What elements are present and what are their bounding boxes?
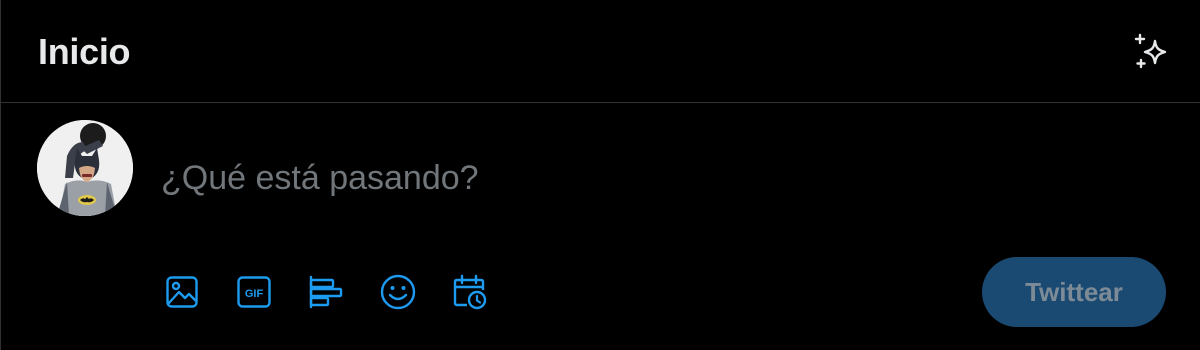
tweet-composer: GIF <box>1 104 1200 350</box>
emoji-icon <box>380 274 416 310</box>
gif-icon-label: GIF <box>245 288 264 300</box>
tweet-button[interactable]: Twittear <box>982 257 1166 327</box>
schedule-button[interactable] <box>449 271 491 313</box>
image-icon <box>166 276 198 308</box>
compose-toolbar: GIF <box>161 270 521 314</box>
page-title: Inicio <box>38 31 131 72</box>
schedule-icon <box>453 274 487 310</box>
add-emoji-button[interactable] <box>377 271 419 313</box>
top-tweets-button[interactable] <box>1127 28 1175 76</box>
add-poll-button[interactable] <box>305 271 347 313</box>
sparkle-icon <box>1134 33 1167 69</box>
add-gif-button[interactable]: GIF <box>233 271 275 313</box>
compose-input[interactable] <box>161 154 1121 202</box>
home-timeline-column: Inicio ¿Qué está pasando? GIF Twittear <box>0 0 1200 350</box>
avatar[interactable] <box>37 120 133 216</box>
poll-icon <box>309 275 343 309</box>
header: Inicio <box>1 0 1200 103</box>
gif-icon: GIF <box>237 276 271 308</box>
add-media-button[interactable] <box>161 271 203 313</box>
batman-avatar-icon <box>37 120 133 216</box>
